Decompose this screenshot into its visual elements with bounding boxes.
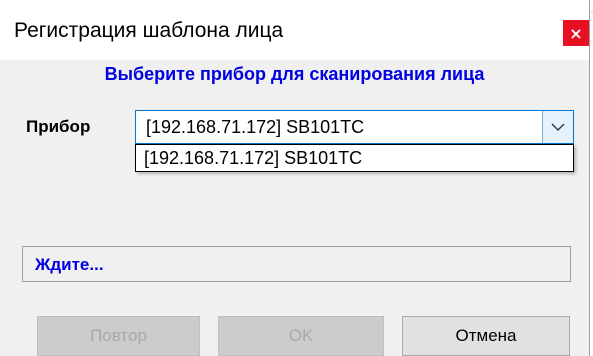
- instruction-heading: Выберите прибор для сканирования лица: [104, 64, 485, 84]
- close-button[interactable]: ×: [563, 20, 589, 46]
- retry-button[interactable]: Повтор: [37, 316, 200, 356]
- window-title: Регистрация шаблона лица: [14, 19, 284, 42]
- device-select-value: [192.168.71.172] SB101TC: [146, 117, 365, 137]
- device-select[interactable]: [192.168.71.172] SB101TC: [135, 110, 574, 144]
- device-option[interactable]: [192.168.71.172] SB101TC: [144, 148, 362, 169]
- status-text: Ждите...: [35, 255, 104, 274]
- device-label: Прибор: [26, 117, 91, 136]
- cancel-button[interactable]: Отмена: [402, 316, 570, 356]
- chevron-down-icon: [551, 123, 565, 131]
- title-bar: Регистрация шаблона лица ×: [0, 0, 589, 60]
- dropdown-button[interactable]: [542, 111, 573, 143]
- status-panel: Ждите...: [22, 246, 571, 282]
- device-dropdown-list: [192.168.71.172] SB101TC: [135, 144, 574, 172]
- close-icon: ×: [569, 23, 583, 43]
- ok-button[interactable]: OK: [218, 316, 384, 356]
- face-template-dialog: Регистрация шаблона лица × Выберите приб…: [0, 0, 590, 356]
